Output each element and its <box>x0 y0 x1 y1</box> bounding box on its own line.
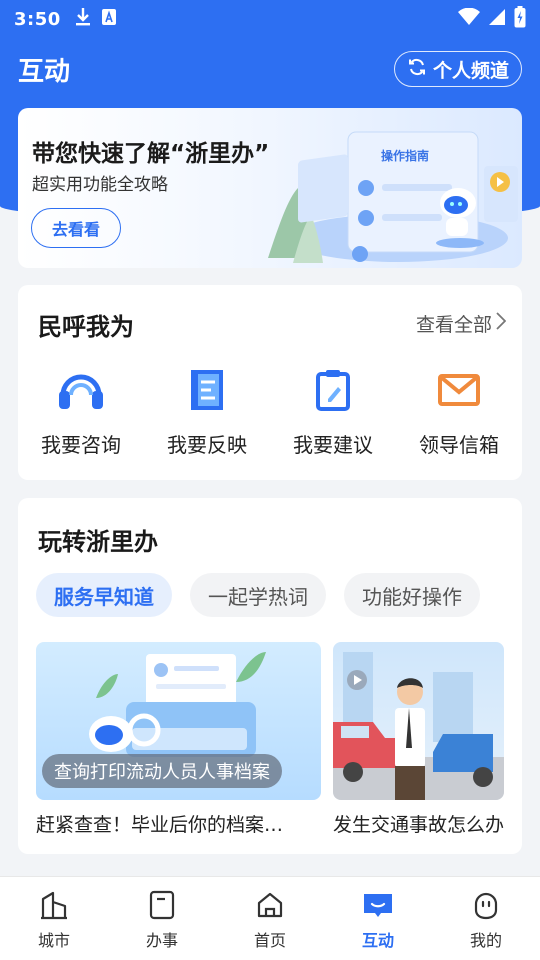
a-icon <box>101 8 117 30</box>
guide-banner[interactable]: 带您快速了解“浙里办” 超实用功能全攻略 去看看 操作指南 <box>18 108 522 268</box>
personal-channel-label: 个人频道 <box>432 59 509 82</box>
app-header: 互动 个人频道 <box>0 44 540 94</box>
banner-subtitle: 超实用功能全攻略 <box>32 175 168 195</box>
traffic-accident-illustration <box>333 652 504 800</box>
nav-city[interactable]: 城市 <box>0 877 108 960</box>
service-mailbox[interactable]: 领导信箱 <box>396 365 522 458</box>
nav-label: 我的 <box>469 931 502 950</box>
chat-icon <box>362 889 394 921</box>
clipboard-edit-icon <box>308 365 358 415</box>
tab-service-preview[interactable]: 服务早知道 <box>36 573 172 617</box>
download-icon <box>75 7 91 31</box>
battery-charging-icon <box>514 6 526 32</box>
minhu-title: 民呼我为 <box>38 313 134 341</box>
service-consult[interactable]: 我要咨询 <box>18 365 144 458</box>
service-label: 我要反映 <box>167 433 247 457</box>
nav-services[interactable]: 办事 <box>108 877 216 960</box>
headset-icon <box>56 365 106 415</box>
banner-go-button[interactable]: 去看看 <box>31 208 121 248</box>
article-title: 发生交通事故怎么办 <box>333 814 504 836</box>
service-report[interactable]: 我要反映 <box>144 365 270 458</box>
article-card[interactable]: 查询打印流动人员人事档案 赶紧查查！毕业后你的档案… <box>36 642 321 837</box>
tab-feature-guide[interactable]: 功能好操作 <box>344 573 480 617</box>
article-overlay-caption: 查询打印流动人员人事档案 <box>42 754 282 788</box>
service-label: 领导信箱 <box>419 433 499 457</box>
minhu-service-row: 我要咨询 我要反映 我要建议 领导信箱 <box>18 365 522 458</box>
nav-label: 互动 <box>361 931 394 950</box>
wanzhuan-card: 玩转浙里办 服务早知道 一起学热词 功能好操作 查询打印流动人员人事档案 赶紧查… <box>18 498 522 854</box>
article-title: 赶紧查查！毕业后你的档案… <box>36 814 284 836</box>
article-card[interactable]: 发生交通事故怎么办 <box>333 642 504 837</box>
signal-icon <box>488 8 506 30</box>
wifi-icon <box>458 7 480 30</box>
nav-label: 首页 <box>253 931 286 950</box>
personal-channel-button[interactable]: 个人频道 <box>393 51 522 87</box>
chevron-right-icon <box>496 312 507 335</box>
nav-profile[interactable]: 我的 <box>432 877 540 960</box>
service-suggest[interactable]: 我要建议 <box>270 365 396 458</box>
article-thumbnail: 查询打印流动人员人事档案 <box>36 642 321 800</box>
service-label: 我要建议 <box>293 433 373 457</box>
see-all-label: 查看全部 <box>415 314 492 336</box>
nav-interaction[interactable]: 互动 <box>324 877 432 960</box>
status-bar: 3:50 <box>0 0 540 38</box>
see-all-link[interactable]: 查看全部 <box>415 310 507 337</box>
home-icon <box>254 889 286 921</box>
status-time: 3:50 <box>14 8 61 30</box>
wanzhuan-title: 玩转浙里办 <box>38 528 158 556</box>
nav-label: 城市 <box>37 931 70 950</box>
document-icon <box>182 365 232 415</box>
wanzhuan-tabs: 服务早知道 一起学热词 功能好操作 <box>36 573 480 617</box>
banner-title: 带您快速了解“浙里办” <box>32 141 270 167</box>
mail-icon <box>434 365 484 415</box>
bottom-nav: 城市 办事 首页 互动 我的 <box>0 876 540 960</box>
nav-label: 办事 <box>145 931 178 950</box>
page-title: 互动 <box>18 56 71 87</box>
document-icon <box>146 889 178 921</box>
minhu-card: 民呼我为 查看全部 我要咨询 我要反映 我要建议 领导信箱 <box>18 285 522 480</box>
article-thumbnail <box>333 642 504 800</box>
banner-illustration: 操作指南 <box>268 131 518 263</box>
profile-icon <box>470 889 502 921</box>
nav-home[interactable]: 首页 <box>216 877 324 960</box>
tab-hot-words[interactable]: 一起学热词 <box>190 573 326 617</box>
service-label: 我要咨询 <box>41 433 121 457</box>
refresh-icon <box>407 57 427 82</box>
city-icon <box>38 889 70 921</box>
banner-art-label: 操作指南 <box>381 148 429 163</box>
